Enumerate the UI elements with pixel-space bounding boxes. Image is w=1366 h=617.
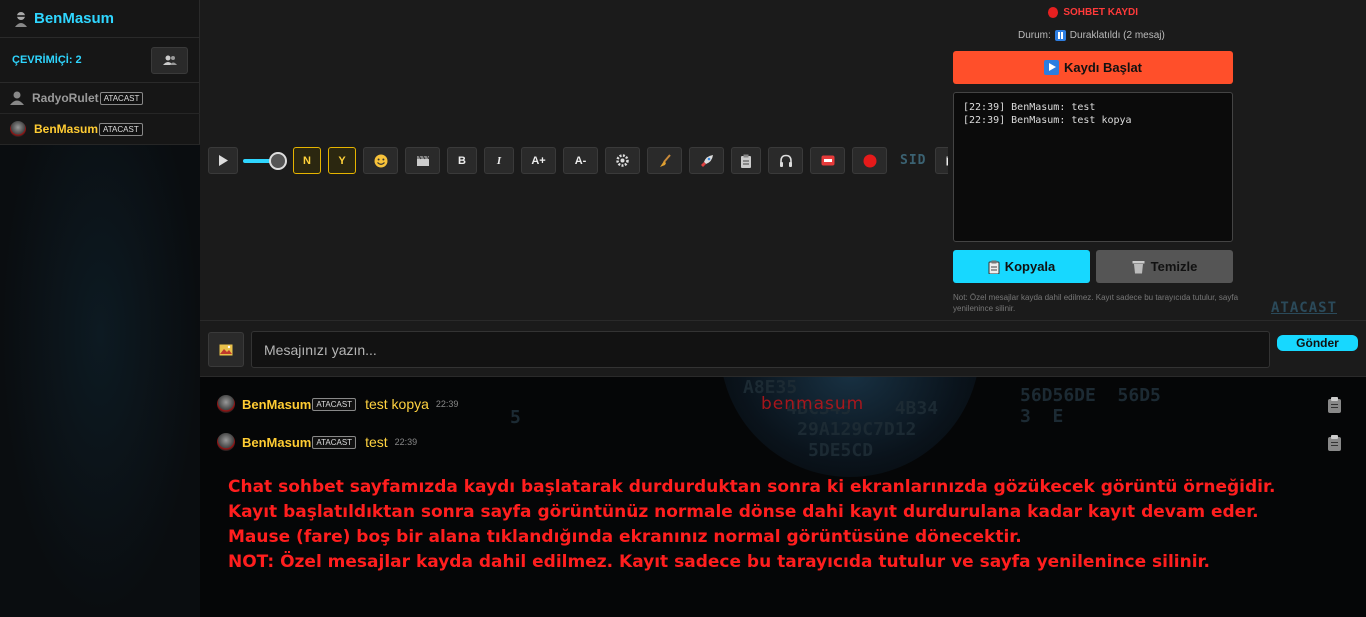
notice-line: Mause (fare) boş bir alana tıklandığında… bbox=[228, 527, 1022, 547]
user-avatar-icon bbox=[10, 121, 26, 137]
recording-log[interactable]: [22:39] BenMasum: test [22:39] BenMasum:… bbox=[953, 92, 1233, 242]
send-button[interactable]: Gönder bbox=[1277, 335, 1358, 351]
chat-area: A8E35 4BC345 4B34 29A129C7D12 5DE5CD 56D… bbox=[200, 377, 1366, 617]
toolbar-area: N Y B I A+ A- SID bbox=[200, 0, 971, 320]
chat-text: test bbox=[365, 434, 388, 450]
notice-line: NOT: Özel mesajlar kayda dahil edilmez. … bbox=[228, 552, 1210, 572]
recording-status: Durum: Duraklatıldı (2 mesaj) bbox=[1018, 30, 1165, 41]
recording-panel: SOHBET KAYDI Durum: Duraklatıldı (2 mesa… bbox=[948, 0, 1366, 320]
gear-icon bbox=[616, 154, 629, 167]
record-dot-icon bbox=[863, 154, 876, 167]
record-button[interactable] bbox=[852, 147, 887, 174]
play-icon bbox=[219, 155, 228, 166]
copy-message-icon[interactable] bbox=[1328, 397, 1341, 413]
chat-time: 22:39 bbox=[394, 437, 418, 447]
record-dot-icon bbox=[1048, 7, 1059, 18]
background-code: 56D56DE 56D5 3 E bbox=[1020, 385, 1161, 427]
clipboard-icon bbox=[741, 154, 751, 168]
chat-message[interactable]: BenMasum ATACAST test 22:39 bbox=[217, 432, 417, 452]
font-decrease-button[interactable]: A- bbox=[563, 147, 598, 174]
pause-icon bbox=[1054, 30, 1066, 41]
sidebar: BenMasum ÇEVRİMİÇİ: 2 RadyoRulet ATACAST… bbox=[0, 0, 200, 617]
clapperboard-icon bbox=[416, 155, 429, 166]
chat-text: test kopya bbox=[365, 396, 429, 412]
atacast-logo: ATACAST bbox=[1271, 300, 1338, 316]
users-icon bbox=[162, 55, 177, 65]
recording-log-line: [22:39] BenMasum: test kopya bbox=[963, 115, 1132, 126]
clear-label: Temizle bbox=[1150, 259, 1198, 274]
notice-text: Chat sohbet sayfamızda kaydı başlatarak … bbox=[228, 475, 1275, 575]
start-recording-label: Kaydı Başlat bbox=[1063, 60, 1143, 75]
format-button[interactable] bbox=[405, 147, 440, 174]
user-avatar-icon bbox=[15, 11, 27, 27]
trash-icon bbox=[1132, 260, 1145, 273]
copy-label: Kopyala bbox=[1004, 259, 1056, 274]
chat-message[interactable]: BenMasum ATACAST test kopya 22:39 bbox=[217, 394, 458, 414]
message-input[interactable] bbox=[251, 331, 1270, 368]
headphones-button[interactable] bbox=[768, 147, 803, 174]
user-avatar-icon bbox=[217, 433, 235, 451]
clear-chat-button[interactable] bbox=[647, 147, 682, 174]
recording-status-prefix: Durum: bbox=[1018, 30, 1051, 41]
smiley-icon bbox=[374, 154, 387, 167]
volume-slider[interactable] bbox=[243, 151, 287, 171]
y-button[interactable]: Y bbox=[328, 147, 356, 174]
message-input-bar: Gönder bbox=[200, 320, 1366, 377]
bold-button[interactable]: B bbox=[447, 147, 477, 174]
copy-button[interactable]: Kopyala bbox=[953, 250, 1090, 283]
headphones-icon bbox=[779, 154, 792, 167]
user-badge: ATACAST bbox=[99, 122, 143, 136]
video-icon bbox=[821, 155, 834, 166]
chat-watermark: benmasum bbox=[761, 394, 865, 414]
sidebar-title: BenMasum bbox=[34, 10, 115, 27]
recording-title: SOHBET KAYDI bbox=[1048, 7, 1138, 18]
copy-message-icon[interactable] bbox=[1328, 435, 1341, 451]
user-name: RadyoRulet bbox=[32, 91, 99, 105]
n-button[interactable]: N bbox=[293, 147, 321, 174]
emoji-button[interactable] bbox=[363, 147, 398, 174]
user-list-item[interactable]: BenMasum ATACAST bbox=[0, 114, 200, 145]
sid-label[interactable]: SID bbox=[900, 153, 926, 168]
chat-username[interactable]: BenMasum bbox=[242, 397, 311, 412]
broom-icon bbox=[659, 153, 671, 167]
font-increase-button[interactable]: A+ bbox=[521, 147, 556, 174]
sidebar-background bbox=[0, 145, 200, 617]
settings-button[interactable] bbox=[605, 147, 640, 174]
online-count-bar: ÇEVRİMİÇİ: 2 bbox=[0, 38, 200, 83]
italic-button[interactable]: I bbox=[484, 147, 514, 174]
recording-log-line: [22:39] BenMasum: test bbox=[963, 102, 1096, 113]
volume-knob[interactable] bbox=[269, 151, 287, 170]
user-badge: ATACAST bbox=[312, 435, 357, 449]
background-code: A8E35 4BC345 4B34 29A129C7D12 5DE5CD bbox=[743, 377, 939, 461]
toolbar: N Y B I A+ A- SID bbox=[208, 147, 971, 174]
chat-time: 22:39 bbox=[435, 399, 459, 409]
user-list-item[interactable]: RadyoRulet ATACAST bbox=[0, 83, 200, 114]
recording-note: Not: Özel mesajlar kayda dahil edilmez. … bbox=[953, 293, 1239, 313]
recording-status-text: Duraklatıldı (2 mesaj) bbox=[1069, 30, 1165, 41]
play-icon bbox=[1043, 60, 1059, 75]
notice-line: Kayıt başlatıldıktan sonra sayfa görüntü… bbox=[228, 502, 1259, 522]
sidebar-header: BenMasum bbox=[0, 0, 200, 38]
user-name: BenMasum bbox=[34, 122, 99, 136]
rocket-button[interactable] bbox=[689, 147, 724, 174]
recording-title-text: SOHBET KAYDI bbox=[1063, 7, 1138, 18]
video-button[interactable] bbox=[810, 147, 845, 174]
image-upload-button[interactable] bbox=[208, 332, 244, 367]
notice-line: Chat sohbet sayfamızda kaydı başlatarak … bbox=[228, 477, 1276, 497]
play-button[interactable] bbox=[208, 147, 238, 174]
start-recording-button[interactable]: Kaydı Başlat bbox=[953, 51, 1233, 84]
user-icon bbox=[10, 91, 24, 105]
clipboard-button[interactable] bbox=[731, 147, 761, 174]
user-badge: ATACAST bbox=[99, 91, 144, 105]
background-code: 5 bbox=[510, 407, 521, 428]
chat-username[interactable]: BenMasum bbox=[242, 435, 311, 450]
image-icon bbox=[219, 344, 233, 355]
clear-button[interactable]: Temizle bbox=[1096, 250, 1233, 283]
clipboard-icon bbox=[988, 260, 1000, 274]
users-toggle-button[interactable] bbox=[151, 46, 188, 74]
user-avatar-icon bbox=[217, 395, 235, 413]
user-badge: ATACAST bbox=[312, 397, 357, 411]
online-count-label: ÇEVRİMİÇİ: 2 bbox=[12, 54, 82, 66]
rocket-icon bbox=[700, 154, 713, 167]
